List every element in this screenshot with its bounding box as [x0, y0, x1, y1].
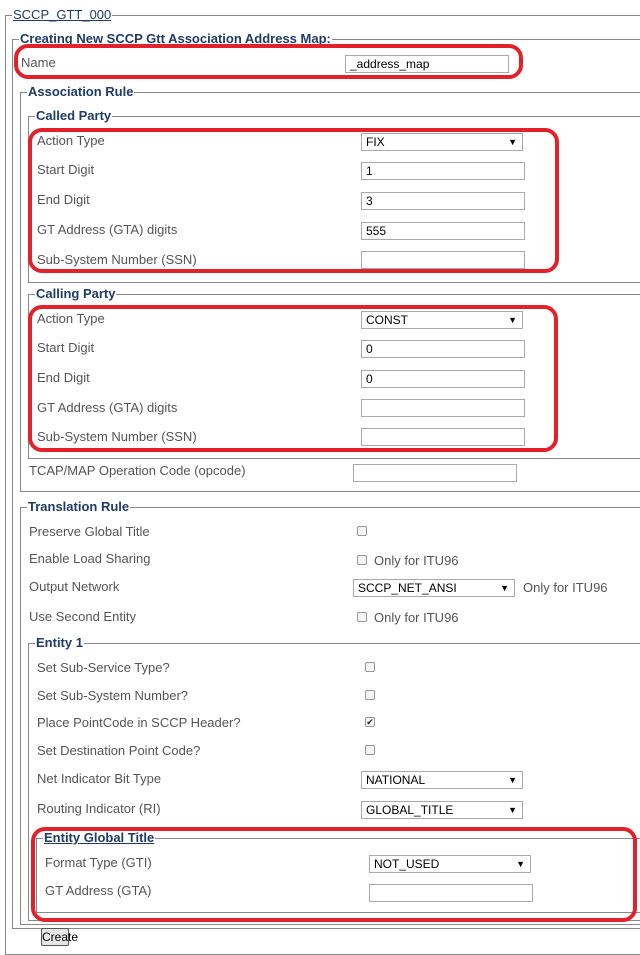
- preserve-gt-label: Preserve Global Title: [29, 524, 150, 539]
- opcode-label: TCAP/MAP Operation Code (opcode): [29, 463, 246, 478]
- gti-label: Format Type (GTI): [45, 855, 152, 870]
- calling-action-select[interactable]: CONST ▼: [361, 311, 523, 329]
- dropdown-arrow-icon: ▼: [508, 137, 517, 147]
- name-label: Name: [21, 55, 56, 70]
- selected-value: FIX: [366, 135, 385, 149]
- pc-header-checkbox[interactable]: ✔: [365, 717, 375, 727]
- egt-gta-label: GT Address (GTA): [45, 883, 152, 898]
- selected-value: NATIONAL: [366, 773, 426, 787]
- nib-label: Net Indicator Bit Type: [37, 771, 162, 786]
- calling-party-legend: Calling Party: [35, 286, 117, 302]
- calling-start-label: Start Digit: [37, 340, 95, 355]
- sst-checkbox[interactable]: [365, 662, 375, 672]
- entity1-legend: Entity 1: [35, 635, 84, 651]
- ssn-set-label: Set Sub-System Number?: [37, 688, 189, 703]
- dropdown-arrow-icon: ▼: [516, 859, 525, 869]
- name-input[interactable]: _address_map: [345, 55, 509, 73]
- calling-gta-label: GT Address (GTA) digits: [37, 400, 178, 415]
- calling-ssn-input[interactable]: [361, 428, 525, 446]
- output-network-select[interactable]: SCCP_NET_ANSI ▼: [353, 579, 515, 597]
- selected-value: CONST: [366, 313, 408, 327]
- selected-value: NOT_USED: [374, 857, 440, 871]
- calling-end-label: End Digit: [37, 370, 90, 385]
- calling-end-input[interactable]: 0: [361, 370, 525, 388]
- called-party-legend: Called Party: [35, 108, 113, 124]
- dpc-checkbox[interactable]: [365, 745, 375, 755]
- ssn-set-checkbox[interactable]: [365, 690, 375, 700]
- calling-action-label: Action Type: [37, 311, 105, 326]
- called-end-label: End Digit: [37, 192, 90, 207]
- association-rule-legend: Association Rule: [27, 84, 135, 100]
- calling-gta-input[interactable]: [361, 399, 525, 417]
- outer-legend: SCCP_GTT_000: [12, 7, 113, 23]
- dpc-label: Set Destination Point Code?: [37, 743, 201, 758]
- load-sharing-label: Enable Load Sharing: [29, 551, 151, 566]
- opcode-input[interactable]: [353, 464, 517, 482]
- preserve-gt-checkbox[interactable]: [357, 526, 367, 536]
- output-network-note: Only for ITU96: [523, 580, 608, 595]
- load-sharing-checkbox[interactable]: [357, 555, 367, 565]
- entity-global-title-legend: Entity Global Title: [43, 830, 156, 846]
- translation-rule-legend: Translation Rule: [27, 499, 131, 515]
- called-gta-label: GT Address (GTA) digits: [37, 222, 178, 237]
- called-ssn-input[interactable]: [361, 251, 525, 269]
- checkmark-icon: ✔: [366, 717, 374, 727]
- selected-value: GLOBAL_TITLE: [366, 803, 454, 817]
- pc-header-label: Place PointCode in SCCP Header?: [37, 715, 241, 730]
- dropdown-arrow-icon: ▼: [508, 315, 517, 325]
- called-gta-input[interactable]: 555: [361, 222, 525, 240]
- called-end-input[interactable]: 3: [361, 192, 525, 210]
- ri-select[interactable]: GLOBAL_TITLE ▼: [361, 801, 523, 819]
- gti-select[interactable]: NOT_USED ▼: [369, 855, 531, 873]
- second-entity-checkbox[interactable]: [357, 612, 367, 622]
- called-ssn-label: Sub-System Number (SSN): [37, 252, 197, 267]
- form-legend: Creating New SCCP Gtt Association Addres…: [19, 31, 332, 47]
- calling-ssn-label: Sub-System Number (SSN): [37, 429, 197, 444]
- second-entity-note: Only for ITU96: [374, 610, 459, 625]
- output-network-label: Output Network: [29, 579, 120, 594]
- load-sharing-note: Only for ITU96: [374, 553, 459, 568]
- ri-label: Routing Indicator (RI): [37, 801, 161, 816]
- called-action-select[interactable]: FIX ▼: [361, 133, 523, 151]
- called-start-input[interactable]: 1: [361, 162, 525, 180]
- entity-global-title-fieldset: Entity Global Title: [36, 830, 640, 913]
- selected-value: SCCP_NET_ANSI: [358, 581, 457, 595]
- sst-label: Set Sub-Service Type?: [37, 660, 170, 675]
- dropdown-arrow-icon: ▼: [508, 805, 517, 815]
- called-start-label: Start Digit: [37, 162, 95, 177]
- dropdown-arrow-icon: ▼: [500, 583, 509, 593]
- second-entity-label: Use Second Entity: [29, 609, 136, 624]
- create-button[interactable]: Create: [41, 928, 78, 946]
- egt-gta-input[interactable]: [369, 884, 533, 902]
- dropdown-arrow-icon: ▼: [508, 775, 517, 785]
- calling-start-input[interactable]: 0: [361, 340, 525, 358]
- nib-select[interactable]: NATIONAL ▼: [361, 771, 523, 789]
- called-action-label: Action Type: [37, 133, 105, 148]
